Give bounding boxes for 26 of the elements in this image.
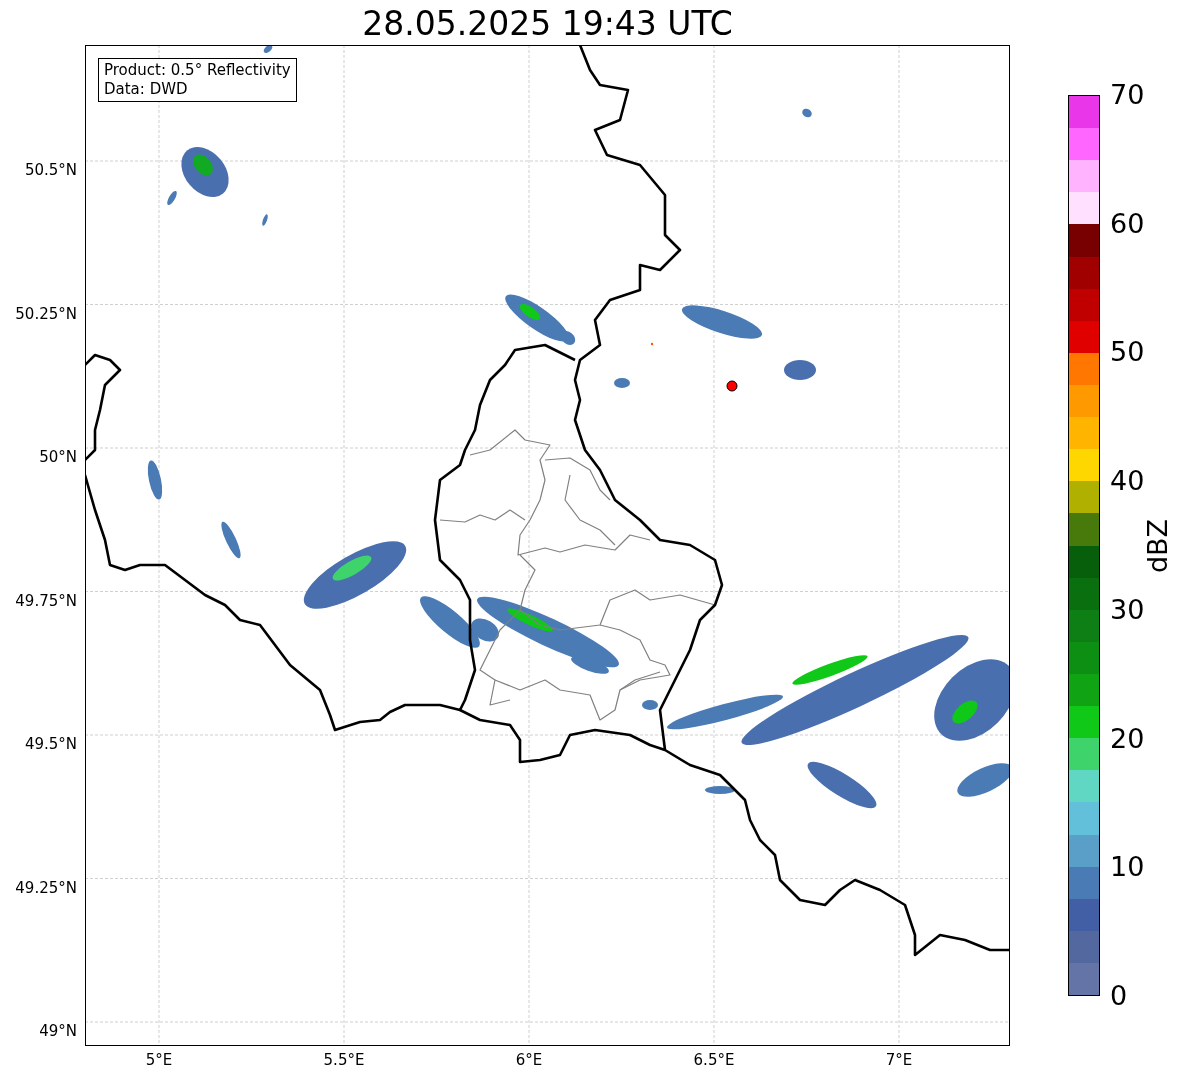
info-text: Data: DWD xyxy=(104,80,189,99)
axis-tick-label: 50.5°N xyxy=(24,161,77,179)
axis-tick-label: 49.5°N xyxy=(24,735,77,753)
colorbar-tick-label: 10 xyxy=(1109,852,1145,883)
axis-tick-label: 5°E xyxy=(145,1051,173,1069)
colorbar-label: dBZ xyxy=(1142,518,1173,573)
colorbar-tick-label: 40 xyxy=(1109,466,1145,497)
colorbar-tick-label: 70 xyxy=(1109,80,1145,110)
axis-tick-label: 49°N xyxy=(39,1022,77,1040)
colorbar-tick-label: 60 xyxy=(1109,208,1145,239)
axis-tick-label: 50°N xyxy=(39,448,77,466)
axis-tick-label: 5.5°E xyxy=(323,1051,365,1069)
axis-tick-label: 6°E xyxy=(515,1051,543,1069)
info-text: Product: 0.5° Reflectivity xyxy=(104,61,291,80)
axis-tick-label: 7°E xyxy=(885,1051,913,1069)
colorbar-tick-label: 50 xyxy=(1109,337,1145,368)
colorbar-tick-label: 0 xyxy=(1109,981,1128,1011)
chart-title: 28.05.2025 19:43 UTC xyxy=(361,3,733,45)
colorbar-tick-label: 30 xyxy=(1109,594,1145,625)
axis-tick-label: 49.75°N xyxy=(15,591,77,610)
axis-tick-label: 49.25°N xyxy=(15,878,77,897)
radar-site-marker xyxy=(726,380,738,392)
colorbar-tick-label: 20 xyxy=(1109,723,1145,754)
radar-echo-speck xyxy=(650,342,654,346)
axis-tick-label: 6.5°E xyxy=(693,1051,735,1069)
axis-tick-label: 50.25°N xyxy=(15,304,77,323)
